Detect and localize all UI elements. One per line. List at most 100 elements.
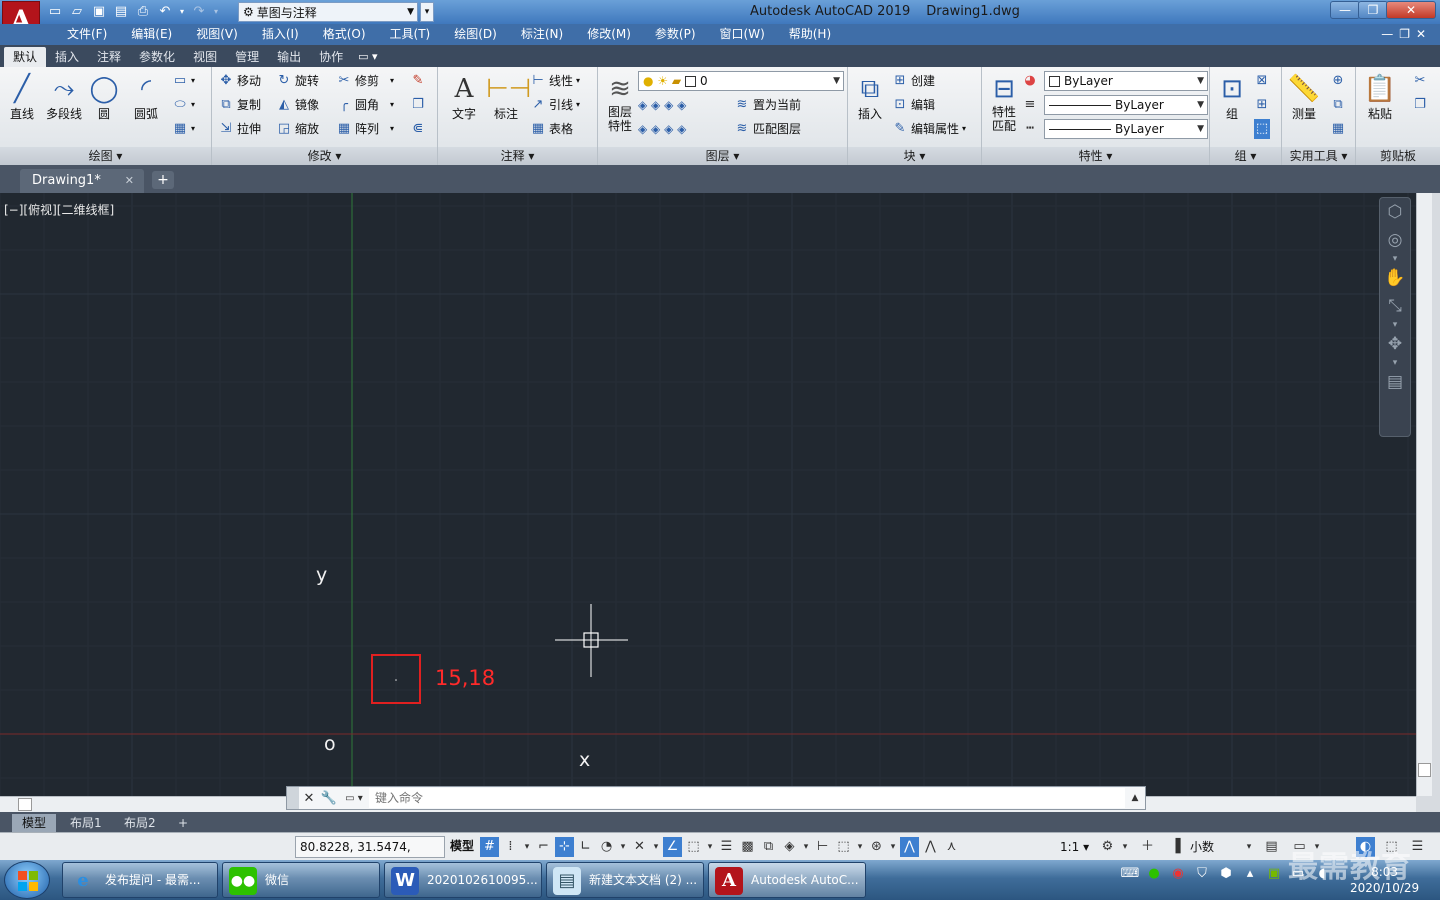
group-button[interactable]: ⊡ 组	[1212, 73, 1252, 122]
chevron-down-icon[interactable]: ▾	[651, 837, 661, 857]
menu-item-5[interactable]: 工具(T)	[378, 27, 443, 42]
arrow-up-icon[interactable]: ▴	[1240, 864, 1260, 884]
cut-button[interactable]: ✂	[1412, 71, 1428, 91]
taskbar-item-browser[interactable]: e 发布提问 - 最需...	[62, 862, 218, 898]
select-all-button[interactable]: ⧉	[1330, 95, 1346, 115]
orbit-icon[interactable]: ✥	[1380, 330, 1410, 358]
lineweight-button[interactable]: ≡	[1022, 95, 1038, 115]
nvidia-icon[interactable]: ▣	[1264, 864, 1284, 884]
menu-item-8[interactable]: 修改(M)	[575, 27, 643, 42]
showmotion-icon[interactable]: ▤	[1380, 368, 1410, 396]
selection-cycling-icon[interactable]: ⧉	[759, 837, 778, 857]
chevron-down-icon[interactable]: ▾	[1380, 254, 1410, 264]
lineweight-toggle-icon[interactable]: ☰	[717, 837, 736, 857]
cube-icon[interactable]: ⬢	[1216, 864, 1236, 884]
object-snap-tracking-icon[interactable]: ✕	[630, 837, 649, 857]
menu-item-2[interactable]: 视图(V)	[184, 27, 250, 42]
wrench-icon[interactable]: 🔧	[319, 791, 339, 806]
menu-item-10[interactable]: 窗口(W)	[708, 27, 777, 42]
ribbon-tab-0[interactable]: 默认	[4, 47, 47, 67]
hatch-button[interactable]: ⬭ ▾	[172, 95, 195, 115]
isodraft-icon[interactable]: ∠	[663, 837, 682, 857]
3d-osnap-icon[interactable]: ◈	[780, 837, 799, 857]
new-file-icon[interactable]: ▭	[46, 3, 64, 21]
ribbon-tab-5[interactable]: 管理	[226, 47, 268, 67]
match-layer-button[interactable]: ≋ 匹配图层	[734, 119, 801, 139]
wechat-tray-icon[interactable]: ●	[1144, 864, 1164, 884]
qat-more-button[interactable]: ▾	[420, 2, 434, 22]
chevron-down-icon[interactable]: ▾	[705, 837, 715, 857]
recent-commands-button[interactable]: ▭ ▾	[339, 793, 369, 804]
mirror-button[interactable]: ◭ 镜像	[276, 95, 319, 115]
menu-item-7[interactable]: 标注(N)	[509, 27, 575, 42]
rotate-button[interactable]: ↻ 旋转	[276, 71, 319, 91]
shield-icon[interactable]: ⛉	[1192, 864, 1212, 884]
chevron-up-icon[interactable]: ▲	[1125, 793, 1145, 803]
properties-panel-title[interactable]: 特性 ▾	[982, 147, 1209, 165]
copy-clip-button[interactable]: ❐	[1412, 95, 1428, 115]
line-button[interactable]: ╱ 直线	[2, 73, 42, 122]
edit-attribute-button[interactable]: ✎ 编辑属性 ▾	[892, 119, 966, 139]
close-icon[interactable]: ✕	[125, 169, 134, 193]
keyboard-icon[interactable]: ⌨	[1120, 864, 1140, 884]
dynamic-ucs-icon[interactable]: ⊢	[813, 837, 832, 857]
utilities-panel-title[interactable]: 实用工具 ▾	[1282, 147, 1355, 165]
ungroup-button[interactable]: ⊠	[1254, 71, 1270, 91]
edit-block-button[interactable]: ⊡ 编辑	[892, 95, 935, 115]
layer-tools-row-2[interactable]: ◈ ◈ ◈ ◈	[638, 119, 686, 139]
taskbar-item-word[interactable]: W 2020102610095...	[384, 862, 542, 898]
linear-dimension-button[interactable]: ⊢ 线性 ▾	[530, 71, 580, 91]
chevron-down-icon[interactable]: ▾	[522, 837, 532, 857]
menu-item-4[interactable]: 格式(O)	[311, 27, 378, 42]
ribbon-tab-7[interactable]: 协作	[310, 47, 352, 67]
ribbon-tab-6[interactable]: 输出	[268, 47, 310, 67]
annotation-visibility-icon[interactable]: ⋀	[900, 837, 919, 857]
taskbar-item-notepad[interactable]: ▤ 新建文本文档 (2) ...	[546, 862, 704, 898]
steering-wheel-icon[interactable]: ◎	[1380, 226, 1410, 254]
redo-icon[interactable]: ↷	[190, 3, 208, 21]
layer-select[interactable]: ● ☀ ▰ 0 ▼	[638, 71, 844, 91]
stretch-button[interactable]: ⇲ 拉伸	[218, 119, 261, 139]
boundary-button[interactable]: ▦ ▾	[172, 119, 195, 139]
offset-button[interactable]: ⋐	[410, 119, 426, 139]
ribbon-tab-3[interactable]: 参数化	[130, 47, 184, 67]
quick-select-button[interactable]: ⊕	[1330, 71, 1346, 91]
layer-properties-button[interactable]: ≋ 图层 特性	[600, 73, 640, 133]
new-tab-button[interactable]: +	[152, 171, 174, 189]
annotation-scale[interactable]: 1:1 ▾	[1060, 837, 1089, 857]
text-button[interactable]: A 文字	[444, 73, 484, 122]
menu-item-6[interactable]: 绘图(D)	[442, 27, 509, 42]
explode-button[interactable]: ❐	[410, 95, 426, 115]
chevron-down-icon[interactable]: ▾	[888, 837, 898, 857]
zoom-extents-icon[interactable]: ⤡	[1380, 292, 1410, 320]
lineweight-select[interactable]: ByLayer ▼	[1044, 119, 1208, 139]
color-select[interactable]: ByLayer ▼	[1044, 71, 1208, 91]
undo-dropdown-icon[interactable]: ▾	[178, 3, 186, 21]
dimension-button[interactable]: ⊢⊣ 标注	[486, 73, 531, 122]
draw-panel-title[interactable]: 绘图 ▾	[0, 147, 211, 165]
drawn-point[interactable]	[395, 679, 397, 681]
antivirus-icon[interactable]: ◉	[1168, 864, 1188, 884]
document-window-controls[interactable]: —❐✕	[1381, 27, 1432, 41]
dynamic-input-icon[interactable]: ⊹	[555, 837, 574, 857]
create-block-button[interactable]: ⊞ 创建	[892, 71, 935, 91]
chevron-down-icon[interactable]: ▾	[1380, 320, 1410, 330]
modify-panel-title[interactable]: 修改 ▾	[212, 147, 437, 165]
coordinate-readout[interactable]: 80.8228, 31.5474, 0.0000	[295, 836, 445, 874]
gear-icon[interactable]: ⚙	[1098, 837, 1117, 857]
transparency-icon[interactable]: ▩	[738, 837, 757, 857]
object-snap-icon[interactable]: ⬚	[684, 837, 703, 857]
open-file-icon[interactable]: ▱	[68, 3, 86, 21]
chevron-down-icon[interactable]: ▾	[801, 837, 811, 857]
gizmo-icon[interactable]: ⊛	[867, 837, 886, 857]
minimize-button[interactable]: —	[1330, 1, 1360, 19]
fillet-button[interactable]: ╭ 圆角 ▾	[336, 95, 394, 115]
ribbon-tab-options-button[interactable]: ▭ ▾	[352, 47, 383, 67]
close-icon[interactable]: ✕	[299, 791, 319, 806]
scale-button[interactable]: ◲ 缩放	[276, 119, 319, 139]
measure-button[interactable]: 📏 测量	[1284, 73, 1324, 122]
viewcube-icon[interactable]: ⬡	[1380, 198, 1410, 226]
command-input[interactable]	[369, 788, 1125, 808]
start-button[interactable]	[4, 861, 50, 899]
move-button[interactable]: ✥ 移动	[218, 71, 261, 91]
